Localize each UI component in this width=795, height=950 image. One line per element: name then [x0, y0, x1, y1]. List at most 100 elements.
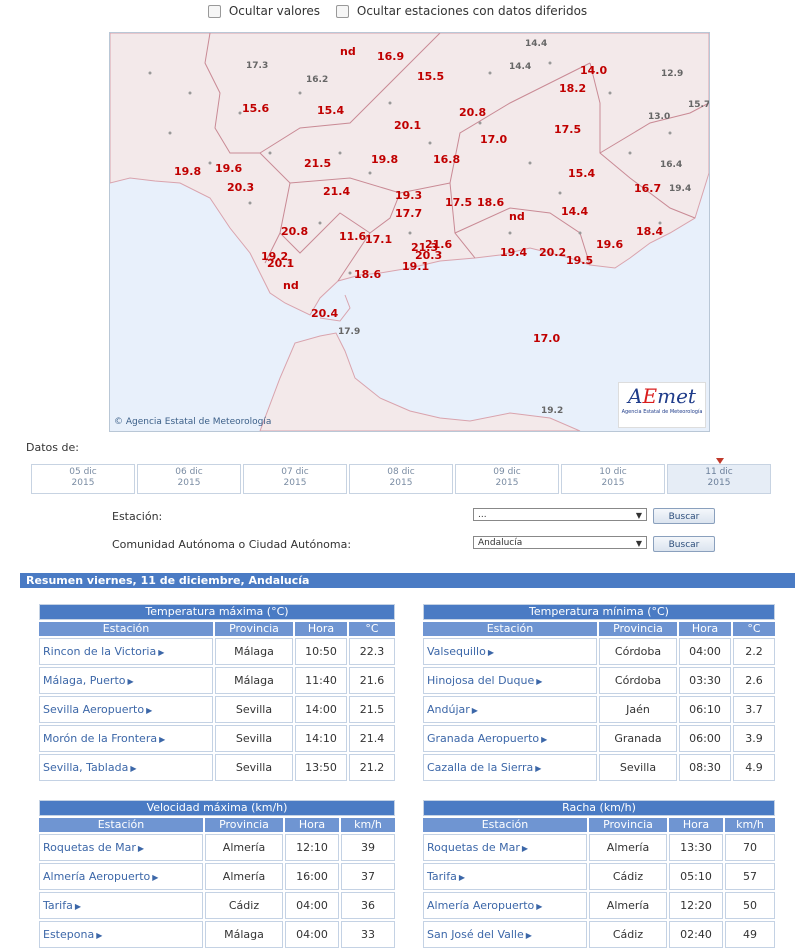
date-tab[interactable]: 08 dic 2015	[349, 464, 453, 494]
triangle-right-icon: ▶	[146, 706, 153, 715]
hide-values-option[interactable]: Ocultar valores	[207, 4, 320, 18]
date-tab[interactable]: 06 dic 2015	[137, 464, 241, 494]
station-name[interactable]: San José del Valle	[427, 928, 524, 941]
table-title: Racha (km/h)	[423, 800, 775, 816]
station-link[interactable]: Morón de la Frontera ▶	[39, 725, 213, 752]
station-name[interactable]: Almería Aeropuerto	[43, 870, 150, 883]
station-name[interactable]: Tarifa	[427, 870, 457, 883]
station-link[interactable]: Cazalla de la Sierra ▶	[423, 754, 597, 781]
table-row: Andújar ▶ Jaén 06:10 3.7	[423, 696, 775, 723]
map-value: 20.1	[394, 119, 422, 132]
time-cell: 11:40	[295, 667, 347, 694]
station-link[interactable]: Tarifa ▶	[423, 863, 587, 890]
station-name[interactable]: Roquetas de Mar	[43, 841, 136, 854]
map-value: 17.1	[365, 233, 393, 246]
value-cell: 4.9	[733, 754, 775, 781]
time-cell: 13:50	[295, 754, 347, 781]
station-link[interactable]: Hinojosa del Duque ▶	[423, 667, 597, 694]
station-link[interactable]: Sevilla Aeropuerto ▶	[39, 696, 213, 723]
map-value: 19.8	[174, 165, 202, 178]
station-select[interactable]: ... ▼	[473, 508, 647, 521]
station-name[interactable]: Valsequillo	[427, 645, 486, 658]
date-tab[interactable]: 07 dic 2015	[243, 464, 347, 494]
hide-deferred-option[interactable]: Ocultar estaciones con datos diferidos	[335, 4, 587, 18]
chevron-down-icon: ▼	[635, 539, 642, 548]
table-row: Estepona ▶ Málaga 04:00 33	[39, 921, 395, 948]
map-value-deferred: 17.3	[246, 61, 269, 71]
province-cell: Málaga	[215, 667, 293, 694]
map-value-deferred: 14.4	[525, 39, 548, 49]
value-cell: 2.6	[733, 667, 775, 694]
station-link[interactable]: Málaga, Puerto ▶	[39, 667, 213, 694]
station-name[interactable]: Andújar	[427, 703, 470, 716]
station-name[interactable]: Morón de la Frontera	[43, 732, 157, 745]
ccaa-select[interactable]: Andalucía ▼	[473, 536, 647, 549]
station-link[interactable]: Estepona ▶	[39, 921, 203, 948]
date-tab[interactable]: 05 dic 2015	[31, 464, 135, 494]
map-value-deferred: 19.2	[541, 406, 564, 416]
province-cell: Granada	[599, 725, 677, 752]
station-link[interactable]: Sevilla, Tablada ▶	[39, 754, 213, 781]
province-cell: Málaga	[215, 638, 293, 665]
triangle-right-icon: ▶	[159, 735, 166, 744]
station-name[interactable]: Roquetas de Mar	[427, 841, 520, 854]
station-name[interactable]: Almería Aeropuerto	[427, 899, 534, 912]
map-credit: © Agencia Estatal de Meteorología	[114, 417, 272, 427]
province-cell: Cádiz	[205, 892, 283, 919]
station-link[interactable]: Tarifa ▶	[39, 892, 203, 919]
map-value: 14.4	[561, 205, 589, 218]
station-link[interactable]: Rincon de la Victoria ▶	[39, 638, 213, 665]
table-row: Tarifa ▶ Cádiz 05:10 57	[423, 863, 775, 890]
map-value-deferred: 15.7	[688, 100, 710, 110]
station-name[interactable]: Sevilla, Tablada	[43, 761, 128, 774]
station-name[interactable]: Hinojosa del Duque	[427, 674, 534, 687]
province-cell: Málaga	[205, 921, 283, 948]
province-cell: Córdoba	[599, 667, 677, 694]
station-link[interactable]: Granada Aeropuerto ▶	[423, 725, 597, 752]
station-name[interactable]: Cazalla de la Sierra	[427, 761, 533, 774]
map-value: 19.6	[596, 238, 624, 251]
station-search-button[interactable]: Buscar	[653, 508, 715, 524]
date-tab-selected[interactable]: 11 dic 2015	[667, 458, 771, 494]
value-cell: 36	[341, 892, 395, 919]
map-value-nd: nd	[283, 279, 299, 292]
station-link[interactable]: Roquetas de Mar ▶	[423, 834, 587, 861]
map-value: 19.1	[402, 260, 430, 273]
triangle-right-icon: ▶	[525, 931, 532, 940]
station-name[interactable]: Tarifa	[43, 899, 73, 912]
map-value: 20.4	[311, 307, 339, 320]
station-link[interactable]: Roquetas de Mar ▶	[39, 834, 203, 861]
hide-values-checkbox[interactable]	[207, 4, 221, 18]
province-cell: Córdoba	[599, 638, 677, 665]
station-name[interactable]: Estepona	[43, 928, 94, 941]
map-value: 19.6	[215, 162, 243, 175]
station-name[interactable]: Sevilla Aeropuerto	[43, 703, 144, 716]
table-row: Roquetas de Mar ▶ Almería 12:10 39	[39, 834, 395, 861]
date-tab[interactable]: 09 dic 2015	[455, 464, 559, 494]
station-name[interactable]: Rincon de la Victoria	[43, 645, 156, 658]
triangle-right-icon: ▶	[127, 677, 134, 686]
station-link[interactable]: Andújar ▶	[423, 696, 597, 723]
province-cell: Almería	[589, 834, 667, 861]
value-cell: 3.9	[733, 725, 775, 752]
hide-deferred-checkbox[interactable]	[335, 4, 349, 18]
map-value: 18.2	[559, 82, 587, 95]
ccaa-search-button[interactable]: Buscar	[653, 536, 715, 552]
time-cell: 02:40	[669, 921, 723, 948]
value-cell: 21.5	[349, 696, 395, 723]
triangle-right-icon: ▶	[487, 648, 494, 657]
station-link[interactable]: Valsequillo ▶	[423, 638, 597, 665]
date-tab[interactable]: 10 dic 2015	[561, 464, 665, 494]
map-value: 20.3	[227, 181, 255, 194]
station-name[interactable]: Granada Aeropuerto	[427, 732, 539, 745]
station-link[interactable]: San José del Valle ▶	[423, 921, 587, 948]
map-value: 16.9	[377, 50, 405, 63]
time-cell: 12:20	[669, 892, 723, 919]
chevron-down-icon: ▼	[635, 511, 642, 520]
map-value: 17.5	[554, 123, 582, 136]
station-link[interactable]: Almería Aeropuerto ▶	[423, 892, 587, 919]
map-graphic	[110, 33, 709, 431]
time-cell: 06:00	[679, 725, 731, 752]
station-name[interactable]: Málaga, Puerto	[43, 674, 126, 687]
station-link[interactable]: Almería Aeropuerto ▶	[39, 863, 203, 890]
